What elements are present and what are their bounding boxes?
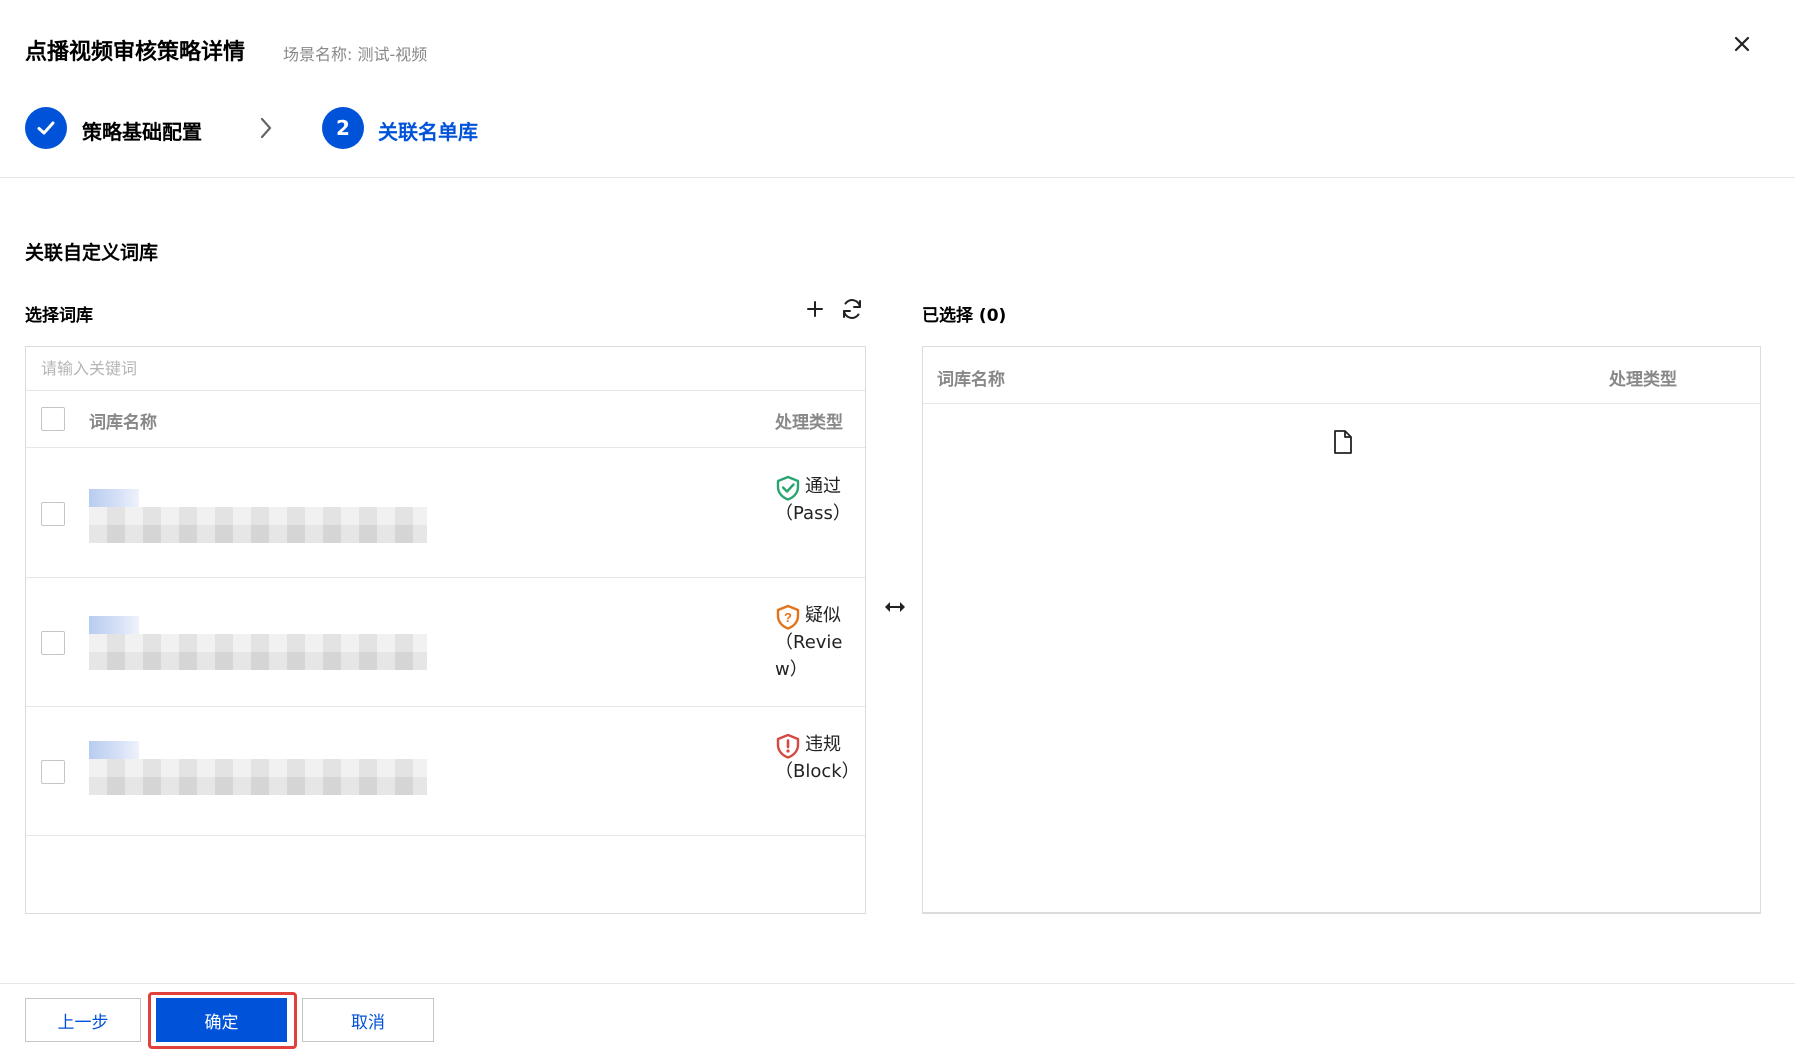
confirm-button[interactable]: 确定: [156, 998, 287, 1042]
step-2-number: 2: [322, 107, 364, 149]
close-icon[interactable]: [1730, 32, 1754, 56]
section-title: 关联自定义词库: [25, 242, 159, 264]
redacted-description: [89, 507, 427, 543]
svg-text:?: ?: [784, 610, 792, 625]
table-row[interactable]: 违规（Block）: [26, 707, 865, 836]
footer-divider: [0, 983, 1795, 984]
library-list-panel: 词库名称 处理类型 通过（Pass） ? 疑似（Review）: [25, 346, 866, 914]
selected-column-type-header: 处理类型: [1609, 370, 1677, 390]
step-1-done-icon: [25, 107, 67, 149]
column-name-header: 词库名称: [89, 413, 157, 433]
shield-check-icon: [775, 475, 801, 501]
step-2-label: 关联名单库: [378, 120, 478, 144]
row-checkbox[interactable]: [41, 502, 65, 526]
transfer-arrows-icon[interactable]: [882, 597, 908, 617]
table-row[interactable]: 通过（Pass）: [26, 449, 865, 578]
cancel-button[interactable]: 取消: [302, 998, 434, 1042]
redacted-description: [89, 759, 427, 795]
step-1-label: 策略基础配置: [82, 120, 202, 144]
redacted-name: [89, 489, 139, 507]
select-all-checkbox[interactable]: [41, 407, 65, 431]
redacted-description: [89, 634, 427, 670]
row-checkbox[interactable]: [41, 631, 65, 655]
type-cell: ? 疑似（Review）: [775, 602, 855, 683]
column-type-header: 处理类型: [775, 413, 843, 433]
type-cell: 违规（Block）: [775, 731, 860, 785]
header-divider: [0, 177, 1795, 178]
redacted-name: [89, 741, 139, 759]
scene-name: 场景名称: 测试-视频: [283, 45, 428, 64]
selected-column-name-header: 词库名称: [937, 370, 1005, 390]
type-cell: 通过（Pass）: [775, 473, 855, 527]
table-header: 词库名称 处理类型: [26, 392, 865, 448]
shield-question-icon: ?: [775, 604, 801, 630]
dialog-title: 点播视频审核策略详情: [25, 40, 246, 65]
selected-table-header: 词库名称 处理类型: [923, 347, 1760, 404]
previous-step-button[interactable]: 上一步: [25, 998, 141, 1042]
table-row[interactable]: ? 疑似（Review）: [26, 578, 865, 707]
selected-panel-bottom-line: [923, 912, 1760, 913]
row-checkbox[interactable]: [41, 760, 65, 784]
redacted-name: [89, 616, 139, 634]
refresh-icon[interactable]: [840, 297, 864, 321]
empty-file-icon: [1332, 429, 1354, 455]
search-input[interactable]: [26, 347, 865, 391]
chevron-right-icon: [256, 115, 276, 141]
shield-alert-icon: [775, 733, 801, 759]
selected-list-panel: 词库名称 处理类型: [922, 346, 1761, 914]
selected-count-label: 已选择 (0): [922, 306, 1007, 326]
select-library-label: 选择词库: [25, 306, 93, 326]
add-icon[interactable]: [804, 298, 826, 320]
